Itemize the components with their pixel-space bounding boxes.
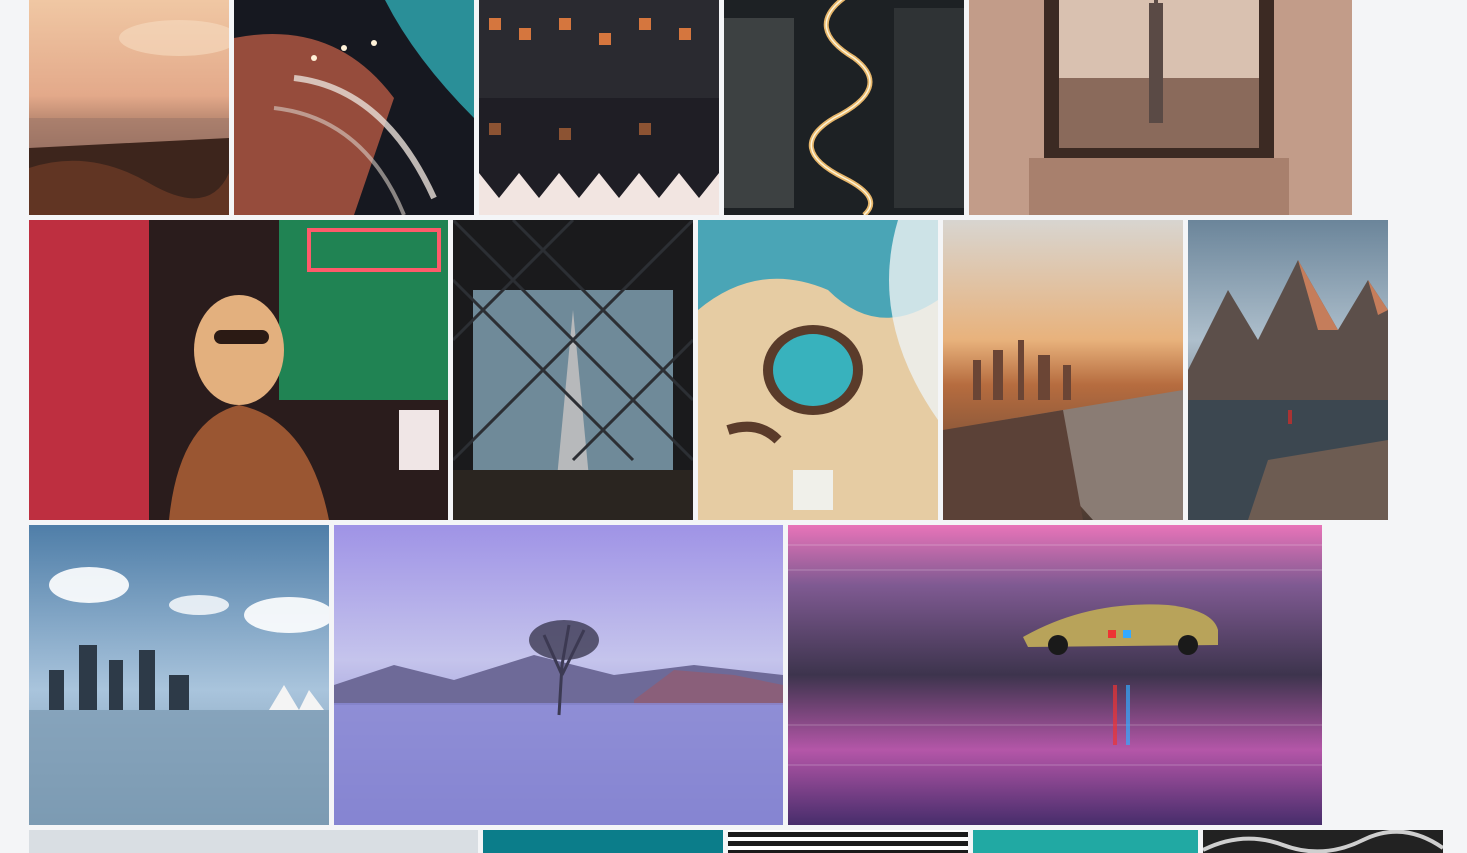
photo-tile[interactable] <box>969 0 1352 215</box>
photo-tile[interactable] <box>724 0 964 215</box>
photo-tile[interactable] <box>453 220 693 520</box>
photo-tile[interactable] <box>698 220 938 520</box>
photo-tile[interactable] <box>1188 220 1388 520</box>
photo-tile[interactable] <box>334 525 783 825</box>
photo-gallery <box>0 0 1467 853</box>
photo-tile[interactable] <box>29 0 229 215</box>
photo-tile[interactable] <box>29 830 478 853</box>
photo-tile[interactable] <box>1203 830 1443 853</box>
photo-tile[interactable] <box>728 830 968 853</box>
photo-tile[interactable] <box>29 525 329 825</box>
photo-tile[interactable] <box>788 525 1322 825</box>
photo-tile[interactable] <box>234 0 474 215</box>
photo-tile[interactable] <box>483 830 723 853</box>
photo-tile[interactable] <box>943 220 1183 520</box>
photo-tile[interactable] <box>29 220 448 520</box>
photo-tile[interactable] <box>973 830 1198 853</box>
photo-tile[interactable] <box>479 0 719 215</box>
